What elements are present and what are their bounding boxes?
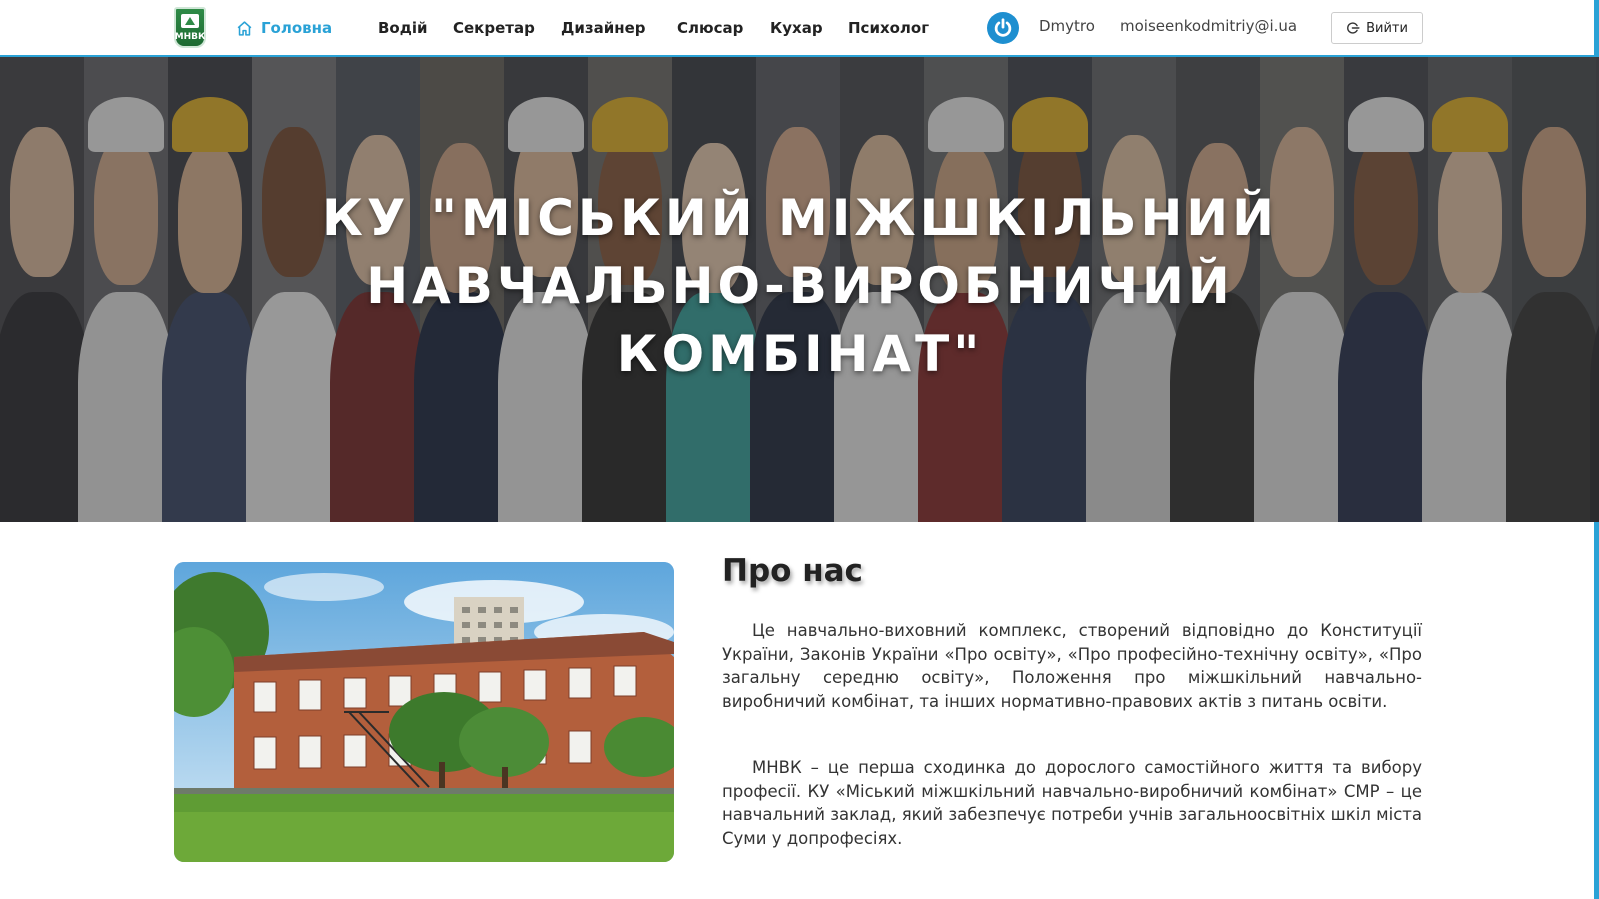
hero-title: КУ "МІСЬКИЙ МІЖШКІЛЬНИЙ НАВЧАЛЬНО-ВИРОБН… [280,184,1320,388]
top-navbar: МНВК Головна Водій Секретар Дизайнер Слю… [0,0,1599,57]
hero-title-line-3: КОМБІНАТ" [616,325,984,383]
logo-text: МНВК [174,32,206,42]
user-email: moiseenkodmitriy@i.ua [1120,17,1298,35]
nav-home-label: Головна [261,19,333,37]
home-icon [237,20,252,36]
nav-item-home[interactable]: Головна [236,17,332,39]
about-title: Про нас [722,553,863,589]
building-photo [174,562,674,862]
logout-icon [1347,22,1360,34]
user-name: Dmytro [1039,17,1095,35]
nav-item-driver[interactable]: Водій [378,17,428,39]
hero-banner: КУ "МІСЬКИЙ МІЖШКІЛЬНИЙ НАВЧАЛЬНО-ВИРОБН… [0,57,1599,522]
nav-item-locksmith[interactable]: Слюсар [677,17,743,39]
power-icon[interactable] [987,12,1019,44]
logout-label: Вийти [1366,20,1408,36]
nav-item-designer[interactable]: Дизайнер [561,17,646,39]
nav-item-secretary[interactable]: Секретар [453,17,535,39]
logout-button[interactable]: Вийти [1331,12,1423,44]
hero-title-line-1: КУ "МІСЬКИЙ МІЖШКІЛЬНИЙ [322,189,1278,247]
logo-emblem-icon [181,14,199,28]
nav-item-cook[interactable]: Кухар [770,17,823,39]
about-paragraph-2: МНВК – це перша сходинка до дорослого са… [722,758,1422,848]
nav-item-psychologist[interactable]: Психолог [848,17,929,39]
about-paragraph-1: Це навчально-виховний комплекс, створени… [722,621,1422,711]
site-logo[interactable]: МНВК [174,7,206,48]
hero-title-line-2: НАВЧАЛЬНО-ВИРОБНИЧИЙ [366,257,1234,315]
